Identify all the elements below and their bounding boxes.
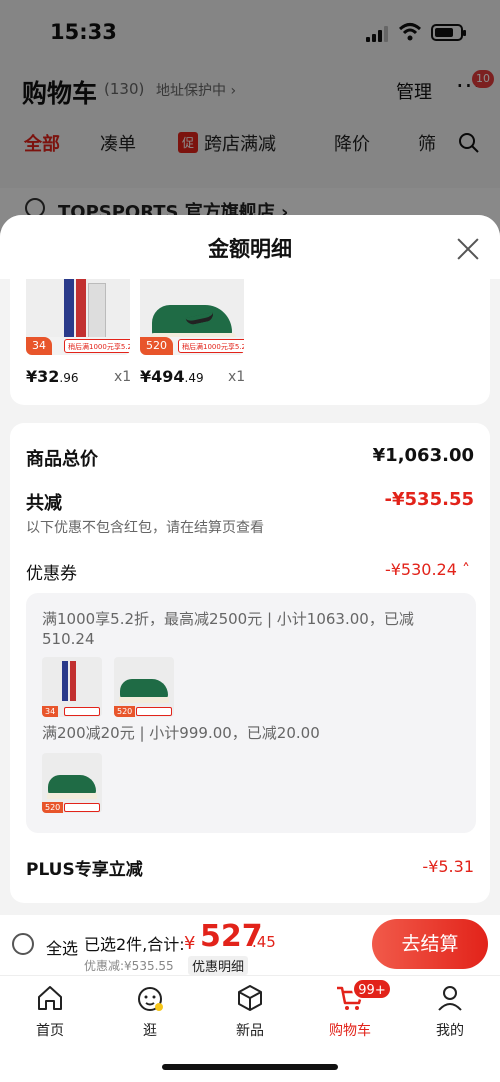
total-currency: ¥ [184, 933, 196, 954]
close-icon[interactable] [454, 235, 482, 263]
product-qty: x1 [228, 369, 246, 385]
coupon-rule-2: 满200减20元 | 小计999.00，已减20.00 [42, 724, 320, 742]
product-list-card: 34 稍后满1000元享5.2折 ¥32.96 x1 520 稍后满1000元享… [10, 279, 490, 405]
product-price: ¥494.49 [140, 367, 204, 386]
plus-discount-value: -¥5.31 [422, 857, 474, 876]
tab-label: 逛 [143, 1023, 157, 1039]
plus-discount-label: PLUS专享立减 [26, 860, 143, 880]
thumb-tag: 520 [114, 706, 136, 717]
reduce-note: 以下优惠不包含红包，请在结算页查看 [26, 520, 264, 536]
goods-total-label: 商品总价 [26, 449, 98, 470]
amount-detail-sheet: 金额明细 34 稍后满1000元享5.2折 ¥32.96 x1 520 稍后满1… [0, 215, 500, 915]
tab-new-products[interactable]: 新品 [210, 982, 290, 1042]
total-reduce-value: -¥535.55 [384, 489, 474, 510]
product-tag: 520 [140, 337, 173, 355]
profile-icon [438, 986, 462, 1011]
sheet-title: 金额明细 [208, 237, 292, 261]
coupon-toggle[interactable]: -¥530.24 ˄ [385, 560, 470, 579]
tab-label: 购物车 [329, 1023, 371, 1039]
tab-profile[interactable]: 我的 [410, 982, 490, 1042]
home-icon [38, 986, 62, 1010]
total-decimal: .45 [252, 933, 276, 951]
total-reduce-label: 共减 [26, 493, 62, 514]
checkout-bar: 全选 已选2件,合计: ¥ 527 .45 优惠减:¥535.55 优惠明细 去… [0, 915, 500, 975]
coupon-rule-1: 满1000享5.2折，最高减2500元 | 小计1063.00，已减510.24 [42, 610, 414, 648]
selected-summary: 已选2件,合计: [84, 935, 185, 954]
coupon-label: 优惠券 [26, 564, 77, 584]
tab-label: 我的 [436, 1023, 464, 1039]
sneaker-thumbnail: 520 [42, 753, 102, 813]
discount-detail-link[interactable]: 优惠明细 [188, 956, 249, 975]
tab-label: 新品 [236, 1023, 264, 1039]
select-all-label[interactable]: 全选 [46, 935, 78, 959]
product-price: ¥32.96 [26, 367, 79, 386]
thumb-tag: 520 [42, 802, 64, 813]
tab-browse[interactable]: 逛 [110, 982, 190, 1042]
tab-label: 首页 [36, 1023, 64, 1039]
checkout-button[interactable]: 去结算 [372, 919, 488, 969]
home-indicator[interactable] [162, 1064, 338, 1070]
thumb-tag: 34 [42, 706, 59, 717]
new-products-icon [238, 985, 262, 1011]
socks-product-image[interactable]: 34 稍后满1000元享5.2折 [26, 279, 130, 355]
amount-breakdown-card: 商品总价 ¥1,063.00 共减 -¥535.55 以下优惠不包含红包，请在结… [10, 423, 490, 903]
product-promo-label: 稍后满1000元享5.2折 [178, 339, 244, 353]
sheet-header: 金额明细 [0, 215, 500, 279]
product-promo-label: 稍后满1000元享5.2折 [64, 339, 130, 353]
goods-total-value: ¥1,063.00 [372, 445, 474, 466]
socks-thumbnail: 34 [42, 657, 102, 717]
coupon-detail-box: 满1000享5.2折，最高减2500元 | 小计1063.00，已减510.24… [26, 593, 476, 833]
cart-badge: 99+ [352, 978, 392, 1000]
sneaker-thumbnail: 520 [114, 657, 174, 717]
discount-summary: 优惠减:¥535.55 [84, 959, 174, 973]
tab-home[interactable]: 首页 [10, 982, 90, 1042]
browse-icon [138, 987, 163, 1011]
product-qty: x1 [114, 369, 132, 385]
select-all-checkbox[interactable] [12, 933, 34, 955]
product-tag: 34 [26, 337, 52, 355]
sneaker-product-image[interactable]: 520 稍后满1000元享5.2折 [140, 279, 244, 355]
